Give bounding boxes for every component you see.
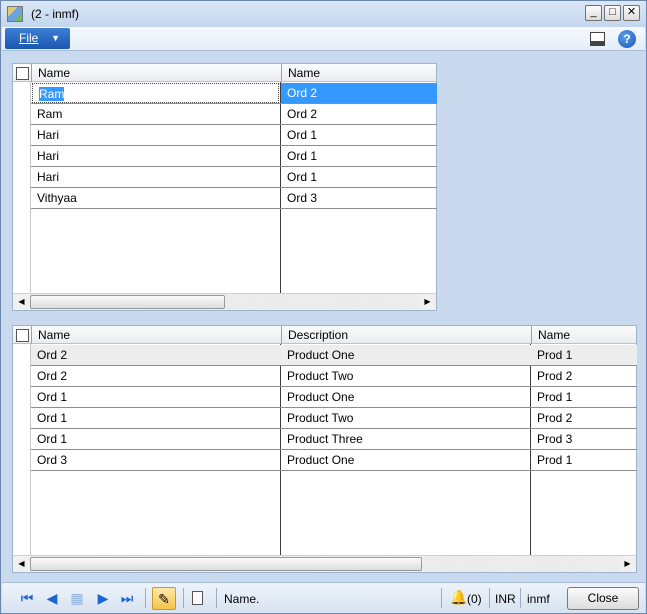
table-cell[interactable]: Ord 1 [281, 125, 437, 145]
horizontal-scrollbar[interactable]: ◀ ▶ [13, 555, 636, 572]
lines-grid-column-headers: Name Description Name [13, 326, 636, 344]
action-pane-strip: File ▼ ? [2, 27, 645, 51]
scroll-right-icon[interactable]: ▶ [419, 294, 436, 310]
table-cell[interactable]: Ram [32, 83, 279, 103]
maximize-button[interactable]: □ [604, 5, 621, 21]
scroll-left-icon[interactable]: ◀ [13, 294, 30, 310]
select-all-checkbox[interactable] [16, 67, 29, 80]
table-cell[interactable]: Ord 2 [31, 345, 280, 365]
table-row[interactable]: Ord 1 Product Three Prod 3 [31, 429, 637, 450]
table-cell[interactable]: Prod 2 [531, 408, 637, 428]
column-header-order-name[interactable]: Name [281, 64, 437, 82]
table-cell[interactable]: Vithyaa [31, 188, 280, 208]
table-cell[interactable]: Prod 1 [531, 450, 637, 470]
table-cell[interactable]: Hari [31, 146, 280, 166]
table-cell[interactable]: Ord 1 [31, 387, 280, 407]
table-cell[interactable]: Prod 1 [531, 345, 637, 365]
table-row[interactable]: Vithyaa Ord 3 [31, 188, 437, 209]
table-cell[interactable]: Product Three [281, 429, 530, 449]
first-record-icon[interactable]: ⏮ [18, 590, 36, 606]
table-row[interactable]: Ord 2 Product Two Prod 2 [31, 366, 637, 387]
file-menu-label: File [19, 31, 39, 45]
notification-bell-icon[interactable]: 🔔 [450, 589, 467, 606]
table-cell[interactable]: Ord 1 [31, 429, 280, 449]
table-row[interactable]: Hari Ord 1 [31, 146, 437, 167]
table-cell[interactable]: Prod 2 [531, 366, 637, 386]
table-cell[interactable]: Ord 1 [31, 408, 280, 428]
table-row[interactable]: Ram Ord 2 [31, 83, 437, 104]
table-cell[interactable]: Ram [31, 104, 280, 124]
table-row[interactable]: Hari Ord 1 [31, 125, 437, 146]
select-all-checkbox[interactable] [16, 329, 29, 342]
last-record-icon[interactable]: ⏭ [118, 590, 136, 606]
table-cell[interactable]: Product One [281, 345, 530, 365]
table-cell[interactable]: Ord 1 [281, 146, 437, 166]
table-cell[interactable]: Product One [281, 387, 530, 407]
table-cell[interactable]: Ord 2 [31, 366, 280, 386]
table-cell[interactable]: Ord 2 [281, 104, 437, 124]
table-cell[interactable]: Ord 1 [281, 167, 437, 187]
table-cell[interactable]: Product Two [281, 408, 530, 428]
table-row[interactable]: Ord 2 Product One Prod 1 [31, 345, 637, 366]
window-title: (2 - inmf) [31, 7, 79, 21]
table-row[interactable]: Ord 1 Product Two Prod 2 [31, 408, 637, 429]
table-row[interactable]: Hari Ord 1 [31, 167, 437, 188]
chevron-down-icon: ▼ [51, 33, 60, 43]
header-grid-column-headers: Name Name [13, 64, 436, 82]
table-cell[interactable]: Ord 2 [281, 83, 437, 103]
form-window: (2 - inmf) _ □ ✕ File ▼ ? Name Name Ram … [0, 0, 647, 614]
table-cell[interactable]: Product One [281, 450, 530, 470]
scroll-left-icon[interactable]: ◀ [13, 556, 30, 572]
layout-icon[interactable] [590, 32, 605, 46]
horizontal-scrollbar[interactable]: ◀ ▶ [13, 293, 436, 310]
close-window-button[interactable]: ✕ [623, 5, 640, 21]
file-menu-button[interactable]: File ▼ [5, 28, 70, 49]
scroll-right-icon[interactable]: ▶ [619, 556, 636, 572]
help-icon[interactable]: ? [618, 30, 636, 48]
table-cell[interactable]: Hari [31, 167, 280, 187]
notification-count[interactable]: (0) [467, 592, 482, 606]
grid-view-icon[interactable]: ▦ [68, 590, 86, 606]
close-button[interactable]: Close [567, 587, 639, 610]
minimize-button[interactable]: _ [585, 5, 602, 21]
header-grid[interactable]: Name Name Ram Ord 2 Ram Ord 2 Hari Ord 1… [12, 63, 437, 311]
app-icon [7, 6, 23, 22]
previous-record-icon[interactable]: ◀ [43, 590, 61, 606]
table-row[interactable]: Ord 3 Product One Prod 1 [31, 450, 637, 471]
table-cell[interactable]: Product Two [281, 366, 530, 386]
currency-indicator[interactable]: INR [495, 592, 516, 606]
field-help-text: Name. [224, 592, 260, 606]
table-cell[interactable]: Prod 3 [531, 429, 637, 449]
status-bar: ⏮ ◀ ▦ ▶ ⏭ ✎ Name. 🔔 (0) INR inmf Close [2, 582, 645, 613]
table-cell[interactable]: Ord 3 [281, 188, 437, 208]
column-header-order[interactable]: Name [31, 326, 281, 344]
table-cell[interactable]: Hari [31, 125, 280, 145]
table-cell[interactable]: Ord 3 [31, 450, 280, 470]
column-header-product-name[interactable]: Name [531, 326, 637, 344]
scrollbar-thumb[interactable] [30, 295, 225, 309]
table-row[interactable]: Ram Ord 2 [31, 104, 437, 125]
column-header-description[interactable]: Description [281, 326, 531, 344]
column-header-name[interactable]: Name [31, 64, 281, 82]
company-indicator[interactable]: inmf [527, 592, 550, 606]
table-row[interactable]: Ord 1 Product One Prod 1 [31, 387, 637, 408]
attachment-icon[interactable] [192, 591, 203, 605]
lines-grid[interactable]: Name Description Name Ord 2 Product One … [12, 325, 637, 573]
edit-pencil-icon[interactable]: ✎ [152, 587, 176, 610]
table-cell[interactable]: Prod 1 [531, 387, 637, 407]
next-record-icon[interactable]: ▶ [94, 590, 112, 606]
scrollbar-thumb[interactable] [30, 557, 422, 571]
title-bar: (2 - inmf) _ □ ✕ [1, 1, 646, 27]
